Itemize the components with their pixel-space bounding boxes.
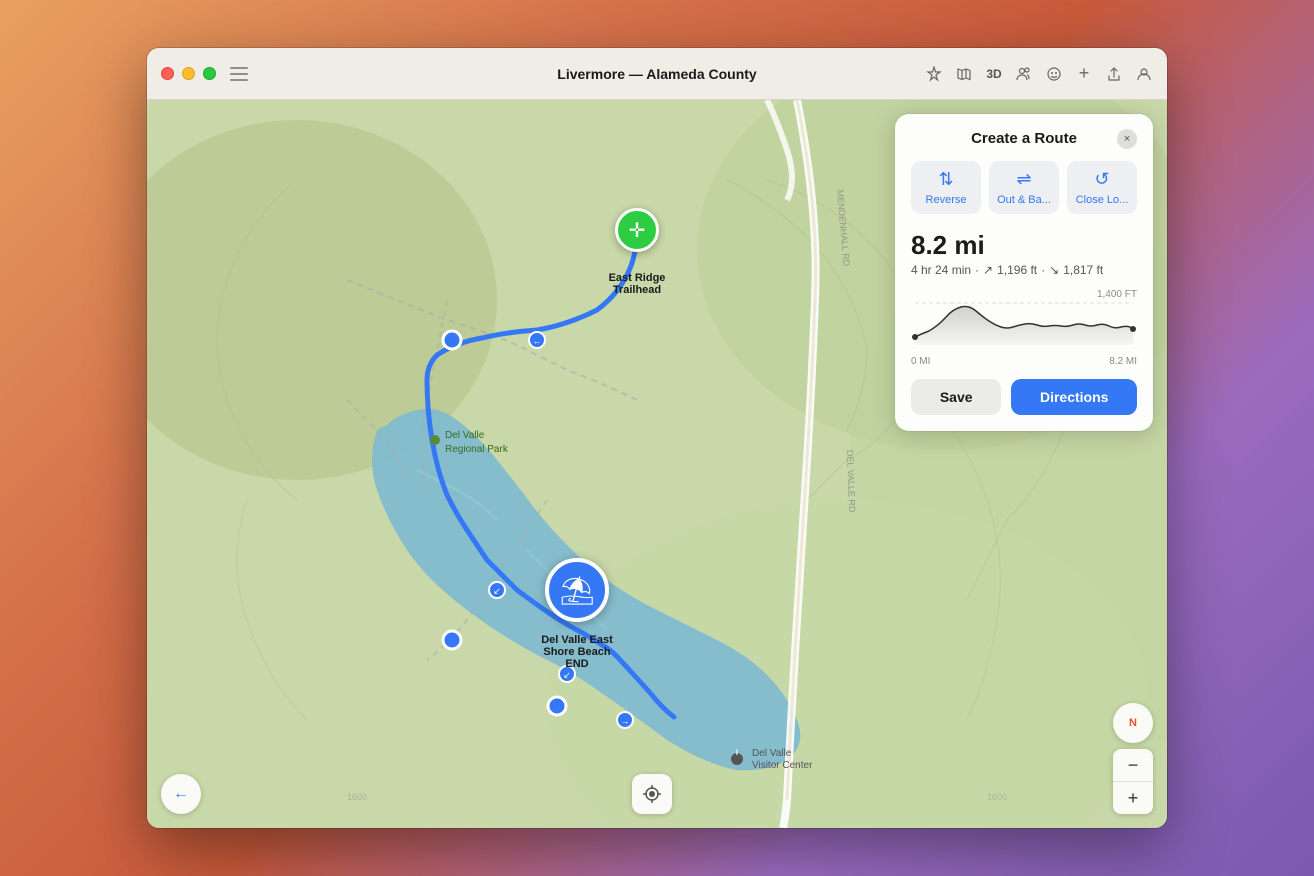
zoom-controls: − + bbox=[1113, 749, 1153, 814]
panel-header: Create a Route × bbox=[911, 130, 1137, 147]
elevation-label: 1,400 FT bbox=[1097, 289, 1137, 300]
route-distance: 8.2 mi bbox=[911, 230, 1137, 261]
window-title: Livermore — Alameda County bbox=[557, 66, 756, 82]
tracking-icon bbox=[641, 783, 663, 805]
panel-actions: ⇅ Reverse ⇌ Out & Ba... ↺ Close Lo... bbox=[911, 161, 1137, 214]
out-back-icon: ⇌ bbox=[1016, 169, 1031, 190]
3d-button[interactable]: 3D bbox=[985, 65, 1003, 83]
compass-button[interactable]: N bbox=[1113, 703, 1153, 743]
zoom-compass-group: N − + bbox=[1113, 703, 1153, 814]
traffic-lights bbox=[161, 67, 216, 80]
ascent-icon: ↗ bbox=[983, 263, 993, 277]
maximize-button[interactable] bbox=[203, 67, 216, 80]
close-button[interactable] bbox=[161, 67, 174, 80]
minimize-button[interactable] bbox=[182, 67, 195, 80]
end-marker[interactable]: ⛱ bbox=[545, 558, 609, 622]
reverse-label: Reverse bbox=[926, 194, 967, 206]
map-icon[interactable] bbox=[955, 65, 973, 83]
panel-title: Create a Route bbox=[971, 130, 1077, 147]
close-loop-icon: ↺ bbox=[1094, 169, 1109, 190]
back-button[interactable]: ← bbox=[161, 774, 201, 814]
separator2: · bbox=[1041, 263, 1045, 277]
face-icon[interactable] bbox=[1045, 65, 1063, 83]
app-window: Livermore — Alameda County 3D + bbox=[147, 48, 1167, 828]
svg-text:Regional Park: Regional Park bbox=[445, 444, 509, 455]
start-marker[interactable]: ✛ bbox=[615, 208, 659, 252]
sidebar-toggle[interactable] bbox=[230, 67, 248, 81]
zoom-plus-button[interactable]: + bbox=[1113, 782, 1153, 814]
reverse-button[interactable]: ⇅ Reverse bbox=[911, 161, 981, 214]
start-label: East Ridge Trailhead bbox=[587, 272, 687, 296]
titlebar: Livermore — Alameda County 3D + bbox=[147, 48, 1167, 100]
share-icon[interactable] bbox=[1105, 65, 1123, 83]
route-details: 4 hr 24 min · ↗ 1,196 ft · ↘ 1,817 ft bbox=[911, 263, 1137, 277]
svg-text:↙: ↙ bbox=[493, 586, 501, 596]
panel-buttons: Save Directions bbox=[911, 379, 1137, 415]
start-marker-icon: ✛ bbox=[629, 218, 646, 243]
elevation-chart: 1,400 FT bbox=[911, 289, 1137, 369]
route-panel: Create a Route × ⇅ Reverse ⇌ Out & Ba...… bbox=[895, 114, 1153, 431]
chart-labels: 0 MI 8.2 MI bbox=[911, 356, 1137, 367]
svg-text:←: ← bbox=[533, 336, 542, 346]
out-back-label: Out & Ba... bbox=[997, 194, 1051, 206]
account-icon[interactable] bbox=[1135, 65, 1153, 83]
panel-close-button[interactable]: × bbox=[1117, 129, 1137, 149]
reverse-icon: ⇅ bbox=[938, 169, 953, 190]
titlebar-actions: 3D + bbox=[925, 65, 1153, 83]
end-marker-icon: ⛱ bbox=[559, 574, 595, 607]
svg-text:↙: ↙ bbox=[563, 670, 571, 680]
chart-end-label: 8.2 MI bbox=[1109, 356, 1137, 367]
chart-start-label: 0 MI bbox=[911, 356, 930, 367]
plus-icon[interactable]: + bbox=[1075, 65, 1093, 83]
save-button[interactable]: Save bbox=[911, 379, 1001, 415]
close-loop-button[interactable]: ↺ Close Lo... bbox=[1067, 161, 1137, 214]
zoom-minus-button[interactable]: − bbox=[1113, 749, 1153, 781]
route-descent: 1,817 ft bbox=[1063, 263, 1103, 277]
map-area[interactable]: MENDENHALL RD DEL VALLE RD 1600 1600 140… bbox=[147, 100, 1167, 828]
descent-icon: ↘ bbox=[1049, 263, 1059, 277]
back-icon: ← bbox=[173, 785, 189, 803]
route-stats: 8.2 mi 4 hr 24 min · ↗ 1,196 ft · ↘ 1,81… bbox=[911, 230, 1137, 277]
tracking-button[interactable] bbox=[632, 774, 672, 814]
people-icon[interactable] bbox=[1015, 65, 1033, 83]
separator1: · bbox=[975, 263, 979, 277]
route-time: 4 hr 24 min bbox=[911, 263, 971, 277]
svg-text:Del Valle: Del Valle bbox=[445, 430, 485, 441]
location-icon[interactable] bbox=[925, 65, 943, 83]
end-label: Del Valle East Shore Beach END bbox=[523, 634, 631, 670]
compass-label: N bbox=[1129, 717, 1137, 729]
out-back-button[interactable]: ⇌ Out & Ba... bbox=[989, 161, 1059, 214]
directions-button[interactable]: Directions bbox=[1011, 379, 1137, 415]
map-controls-bottom: ← N − + bbox=[147, 703, 1167, 814]
close-loop-label: Close Lo... bbox=[1076, 194, 1129, 206]
route-ascent: 1,196 ft bbox=[997, 263, 1037, 277]
